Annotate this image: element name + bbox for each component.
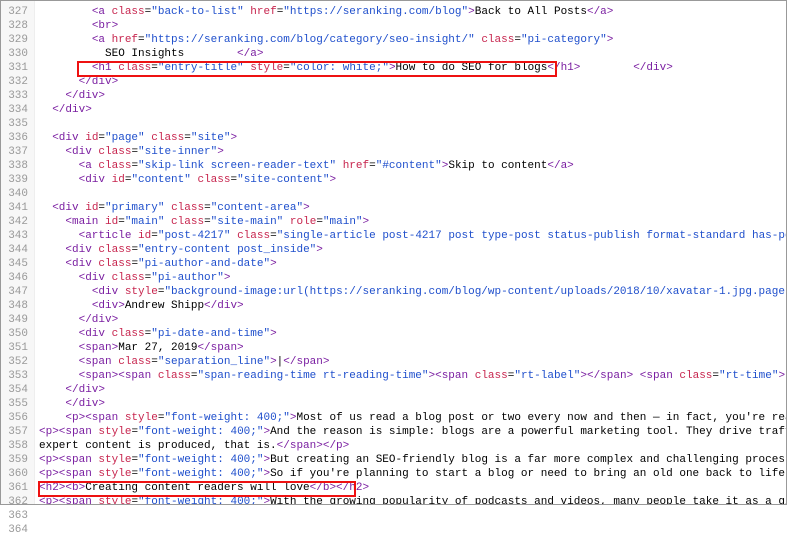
line-number: 355 [5,397,28,411]
line-number: 333 [5,89,28,103]
line-number: 340 [5,187,28,201]
code-line[interactable] [39,117,786,131]
code-line[interactable]: expert content is produced, that is.</sp… [39,439,786,453]
line-number: 356 [5,411,28,425]
line-number: 362 [5,495,28,509]
code-line[interactable]: </div> [39,397,786,411]
line-number: 339 [5,173,28,187]
code-line[interactable]: <span>Mar 27, 2019</span> [39,341,786,355]
code-line[interactable]: <div class="site-inner"> [39,145,786,159]
code-line[interactable]: <a href="https://seranking.com/blog/cate… [39,33,786,47]
line-number: 341 [5,201,28,215]
code-line[interactable]: </div> [39,383,786,397]
code-area[interactable]: <a class="back-to-list" href="https://se… [35,1,786,504]
line-number: 359 [5,453,28,467]
line-number: 347 [5,285,28,299]
code-line[interactable]: <h1 class="entry-title" style="color: wh… [39,61,786,75]
code-line[interactable]: SEO Insights </a> [39,47,786,61]
line-number: 329 [5,33,28,47]
line-number: 345 [5,257,28,271]
code-line[interactable]: <div class="pi-date-and-time"> [39,327,786,341]
line-number: 344 [5,243,28,257]
code-line[interactable]: </div> [39,313,786,327]
code-line[interactable]: <h2><b>Creating content readers will lov… [39,481,786,495]
code-line[interactable]: </div> [39,103,786,117]
line-number: 360 [5,467,28,481]
line-number-gutter: 3273283293303313323333343353363373383393… [1,1,35,504]
line-number: 337 [5,145,28,159]
line-number: 348 [5,299,28,313]
code-line[interactable]: <span><span class="span-reading-time rt-… [39,369,786,383]
code-line[interactable]: </div> [39,89,786,103]
code-line[interactable]: <p><span style="font-weight: 400;">But c… [39,453,786,467]
line-number: 350 [5,327,28,341]
line-number: 334 [5,103,28,117]
line-number: 358 [5,439,28,453]
code-line[interactable] [39,187,786,201]
line-number: 349 [5,313,28,327]
code-line[interactable]: <div id="primary" class="content-area"> [39,201,786,215]
code-line[interactable]: <div id="page" class="site"> [39,131,786,145]
line-number: 361 [5,481,28,495]
code-line[interactable]: <article id="post-4217" class="single-ar… [39,229,786,243]
code-line[interactable]: <div class="pi-author"> [39,271,786,285]
line-number: 353 [5,369,28,383]
code-line[interactable]: <div style="background-image:url(https:/… [39,285,786,299]
code-line[interactable]: <div>Andrew Shipp</div> [39,299,786,313]
code-line[interactable]: <div class="pi-author-and-date"> [39,257,786,271]
code-line[interactable]: <p><span style="font-weight: 400;">Most … [39,411,786,425]
line-number: 338 [5,159,28,173]
code-line[interactable]: <div id="content" class="site-content"> [39,173,786,187]
line-number: 342 [5,215,28,229]
code-line[interactable]: <a class="skip-link screen-reader-text" … [39,159,786,173]
line-number: 364 [5,523,28,537]
line-number: 357 [5,425,28,439]
code-line[interactable]: </div> [39,75,786,89]
line-number: 335 [5,117,28,131]
line-number: 328 [5,19,28,33]
code-line[interactable]: <p><span style="font-weight: 400;">So if… [39,467,786,481]
code-line[interactable]: <div class="entry-content post_inside"> [39,243,786,257]
line-number: 327 [5,5,28,19]
code-line[interactable]: <p><span style="font-weight: 400;">With … [39,495,786,504]
code-line[interactable]: <a class="back-to-list" href="https://se… [39,5,786,19]
line-number: 336 [5,131,28,145]
line-number: 346 [5,271,28,285]
code-line[interactable]: <p><span style="font-weight: 400;">And t… [39,425,786,439]
line-number: 351 [5,341,28,355]
code-line[interactable]: <main id="main" class="site-main" role="… [39,215,786,229]
code-line[interactable]: <br> [39,19,786,33]
line-number: 331 [5,61,28,75]
code-line[interactable]: <span class="separation_line">|</span> [39,355,786,369]
line-number: 363 [5,509,28,523]
line-number: 352 [5,355,28,369]
code-editor: 3273283293303313323333343353363373383393… [1,1,786,504]
line-number: 330 [5,47,28,61]
line-number: 343 [5,229,28,243]
line-number: 354 [5,383,28,397]
line-number: 332 [5,75,28,89]
